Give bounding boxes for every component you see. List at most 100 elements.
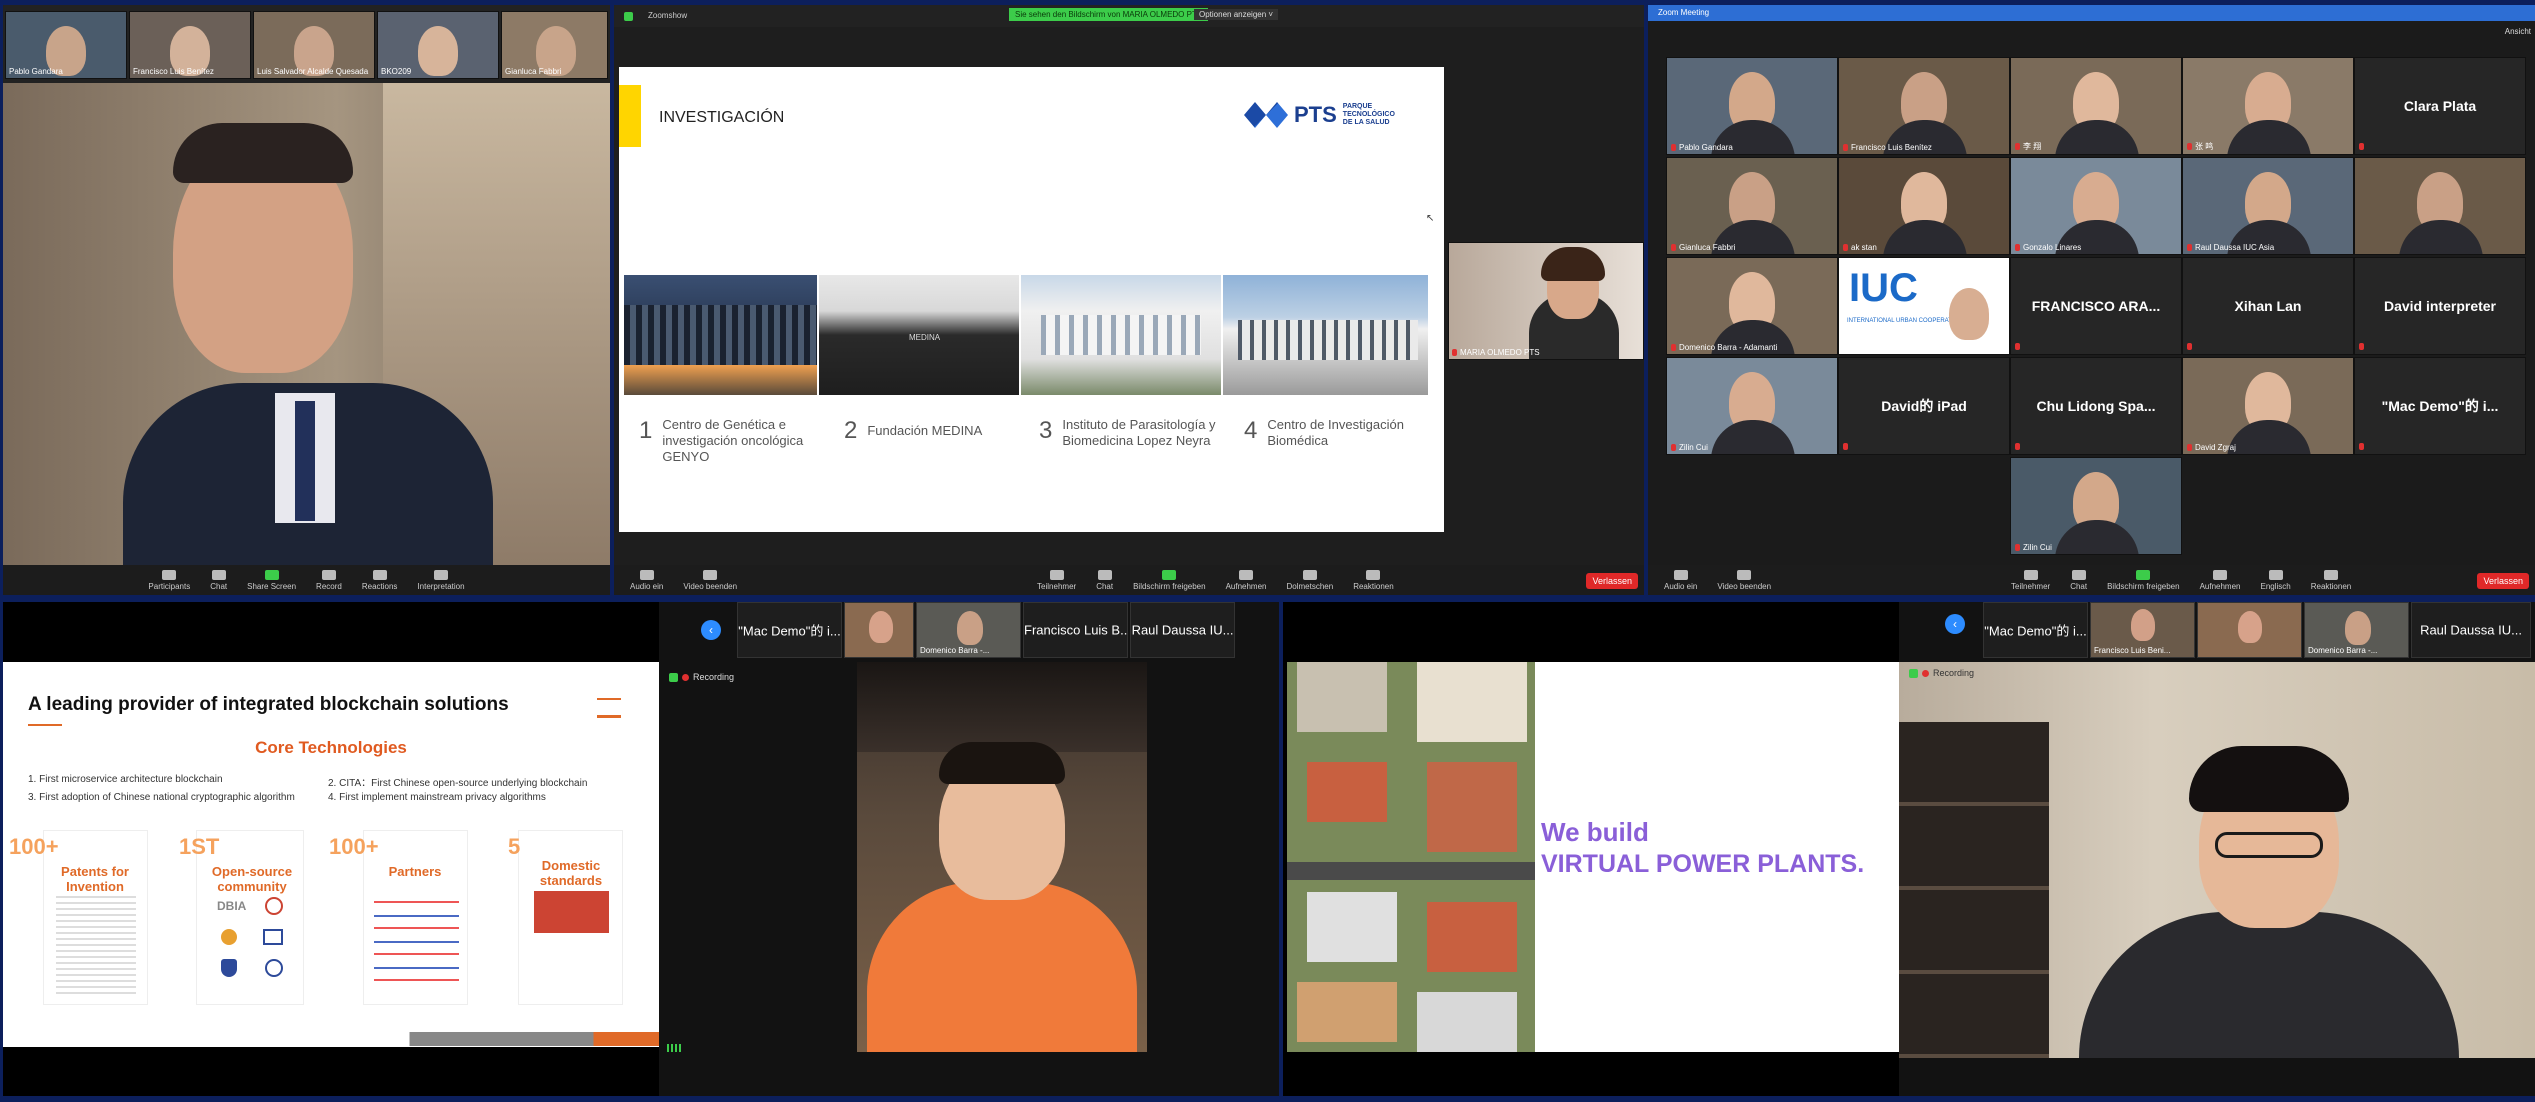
strip-tile-3[interactable] <box>2197 602 2302 658</box>
chat-button[interactable]: Chat <box>210 569 227 591</box>
gallery-tile[interactable]: IUC INTERNATIONAL URBAN COOPERATION <box>1838 257 2010 355</box>
thumbnail-3[interactable]: Luis Salvador Alcalde Quesada <box>253 11 375 79</box>
strip-tile-5[interactable]: Raul Daussa IU... <box>1130 602 1235 658</box>
strip-tile-2[interactable] <box>844 602 914 658</box>
gallery-tile[interactable]: FRANCISCO ARA... <box>2010 257 2182 355</box>
strip-tile-1[interactable]: "Mac Demo"的 i... <box>1983 602 2088 658</box>
share-screen-button[interactable]: Bildschirm freigeben <box>2107 569 2180 591</box>
participants-button[interactable]: Teilnehmer <box>2011 569 2050 591</box>
view-options-button[interactable]: Optionen anzeigen ˅ <box>1194 9 1279 20</box>
gallery-tile[interactable]: Gianluca Fabbri <box>1666 157 1838 255</box>
stat-community-label: Open-source community <box>211 864 293 894</box>
chevron-left-icon[interactable]: ‹ <box>1945 614 1965 634</box>
thumbnail-2[interactable]: Francisco Luis Benítez <box>129 11 251 79</box>
chat-button[interactable]: Chat <box>2070 569 2087 591</box>
logo-main: PTS <box>1294 102 1337 127</box>
slide-line-1: We build <box>1541 817 1649 847</box>
thumbnail-5[interactable]: Gianluca Fabbri <box>501 11 608 79</box>
interpretation-button[interactable]: Interpretation <box>417 569 465 591</box>
cursor-icon: ↖ <box>1426 213 1435 224</box>
participant-name: Gonzalo Linares <box>2015 243 2081 252</box>
leave-button[interactable]: Verlassen <box>2477 573 2529 589</box>
speaker-video <box>857 662 1147 1052</box>
strip-tile-2[interactable]: Francisco Luis Beni... <box>2090 602 2195 658</box>
audio-button[interactable]: Audio ein <box>1664 569 1697 591</box>
gallery-tile[interactable]: Domenico Barra - Adamanti <box>1666 257 1838 355</box>
video-button[interactable]: Video beenden <box>683 569 737 591</box>
record-button[interactable]: Aufnehmen <box>1226 569 1267 591</box>
gallery-tile[interactable]: "Mac Demo"的 i... <box>2354 357 2526 455</box>
point-4: 4. First implement mainstream privacy al… <box>328 792 546 803</box>
reactions-button[interactable]: Reactions <box>362 569 397 591</box>
participants-button[interactable]: Teilnehmer <box>1037 569 1076 591</box>
participant-name: Domenico Barra - Adamanti <box>1671 343 1777 352</box>
gallery-tile[interactable]: Chu Lidong Spa... <box>2010 357 2182 455</box>
gallery-tile[interactable]: ak stan <box>1838 157 2010 255</box>
gallery-tile[interactable] <box>2354 157 2526 255</box>
speaker-thumbnail[interactable]: MARIA OLMEDO PTS <box>1448 242 1644 360</box>
logo-sub-3: DE LA SALUD <box>1342 119 1390 126</box>
slide-item-2: 2 Fundación MEDINA <box>844 417 983 444</box>
thumbnail-1[interactable]: Pablo Gandara <box>5 11 127 79</box>
chevron-left-icon[interactable]: ‹ <box>701 620 721 640</box>
record-button[interactable]: Aufnehmen <box>2200 569 2241 591</box>
speaker-name: MARIA OLMEDO PTS <box>1452 348 1540 357</box>
view-button[interactable]: Ansicht <box>2505 27 2531 36</box>
share-banner: Sie sehen den Bildschirm von MARIA OLMED… <box>1009 8 1209 21</box>
partner-logo-icon <box>265 897 283 915</box>
slide-line-2: VIRTUAL POWER PLANTS. <box>1541 850 1865 878</box>
participants-button[interactable]: Participants <box>148 569 190 591</box>
panel-recording-speaker-2: ‹ "Mac Demo"的 i... Francisco Luis Beni..… <box>1899 602 2535 1096</box>
chat-button[interactable]: Chat <box>1096 569 1113 591</box>
gallery-tile[interactable]: 张 鸣 <box>2182 57 2354 155</box>
leave-button[interactable]: Verlassen <box>1586 573 1638 589</box>
app-label: Zoomshow <box>648 11 688 20</box>
gallery-tile[interactable]: David Zgraj <box>2182 357 2354 455</box>
strip-tile-1[interactable]: "Mac Demo"的 i... <box>737 602 842 658</box>
share-screen-button[interactable]: Bildschirm freigeben <box>1133 569 1206 591</box>
panel-vpp-slide: We build VIRTUAL POWER PLANTS. <box>1283 602 1899 1096</box>
slide-subtitle: Core Technologies <box>255 738 407 757</box>
recording-indicator: Recording <box>669 672 734 682</box>
gallery-tile[interactable]: Raul Daussa IUC Asia <box>2182 157 2354 255</box>
gallery-tile[interactable]: David的 iPad <box>1838 357 2010 455</box>
slide-item-4: 4 Centro de Investigación Biomédica <box>1244 417 1404 448</box>
strip-tile-3[interactable]: Domenico Barra -... <box>916 602 1021 658</box>
muted-mic-icon <box>2359 443 2364 450</box>
gallery-tile[interactable]: Gonzalo Linares <box>2010 157 2182 255</box>
gallery-tile[interactable]: 李 翔 <box>2010 57 2182 155</box>
audio-button[interactable]: Audio ein <box>630 569 663 591</box>
gallery-tile[interactable]: Zilin Cui <box>2010 457 2182 555</box>
strip-tile-5[interactable]: Raul Daussa IU... <box>2411 602 2531 658</box>
share-screen-button[interactable]: Share Screen <box>247 569 296 591</box>
thumbnail-name: Pablo Gandara <box>9 67 63 76</box>
interpretation-button[interactable]: Dolmetschen <box>1287 569 1333 591</box>
gallery-tile[interactable]: Xihan Lan <box>2182 257 2354 355</box>
reactions-button[interactable]: Reaktionen <box>1353 569 1394 591</box>
strip-tile-4[interactable]: Francisco Luis B... <box>1023 602 1128 658</box>
video-button[interactable]: Video beenden <box>1717 569 1771 591</box>
participant-name: "Mac Demo"的 i... <box>2381 398 2499 414</box>
gallery-tile[interactable]: Clara Plata <box>2354 57 2526 155</box>
panel-gallery-view: Zoom Meeting Ansicht Pablo Gandara Franci… <box>1648 5 2535 595</box>
reactions-button[interactable]: Reaktionen <box>2311 569 2351 591</box>
participant-name: Chu Lidong Spa... <box>2036 398 2156 414</box>
building-sign: MEDINA <box>909 333 941 342</box>
panel-screen-share-pts: Zoomshow Sie sehen den Bildschirm von MA… <box>614 5 1644 595</box>
language-button[interactable]: Englisch <box>2261 569 2291 591</box>
speaker-video: Recording <box>1899 662 2535 1058</box>
building-photo-2: MEDINA <box>819 275 1019 395</box>
gallery-tile[interactable]: Zilin Cui <box>1666 357 1838 455</box>
aerial-photo <box>1287 662 1535 1052</box>
strip-tile-4[interactable]: Domenico Barra -... <box>2304 602 2409 658</box>
pts-logo: PTS PARQUE TECNOLÓGICO DE LA SALUD <box>1244 102 1395 128</box>
gallery-tile[interactable]: David interpreter <box>2354 257 2526 355</box>
record-button[interactable]: Record <box>316 569 342 591</box>
point-1: 1. First microservice architecture block… <box>28 774 223 785</box>
gallery-tile[interactable]: Pablo Gandara <box>1666 57 1838 155</box>
gallery-tile[interactable]: Francisco Luis Benítez <box>1838 57 2010 155</box>
shared-slide: INVESTIGACIÓN PTS PARQUE TECNOLÓGICO DE … <box>619 67 1444 532</box>
point-3: 3. First adoption of Chinese national cr… <box>28 792 295 803</box>
gallery-grid: Pablo Gandara Francisco Luis Benítez 李 翔 张 … <box>1666 57 2535 557</box>
thumbnail-4[interactable]: BKO209 <box>377 11 499 79</box>
